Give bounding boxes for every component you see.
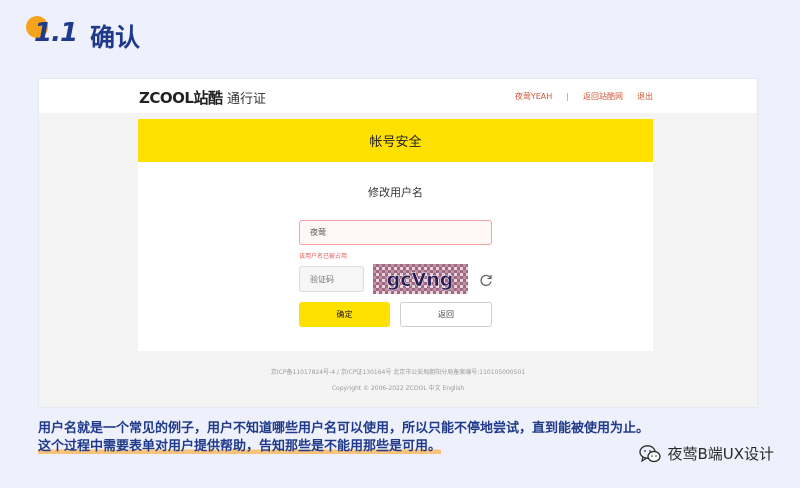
section-title: 确认 [90,23,141,52]
confirm-button[interactable]: 确定 [299,302,390,327]
wechat-icon [639,444,662,462]
user-link[interactable]: 夜莺YEAH [515,91,552,102]
watermark: 夜莺B端UX设计 [639,443,774,464]
logout-link[interactable]: 退出 [637,91,653,102]
footer-icp: 京ICP备11017824号-4 / 京ICP证130164号 北京市公安局朝阳… [270,369,526,376]
site-logo-subtitle: 通行证 [227,92,267,107]
link-separator: | [566,92,569,101]
caption-line-2: 这个过程中需要表单对用户提供帮助，告知那些是不能用那些是可用。 [38,439,442,454]
section-number: 1.1 [34,18,78,48]
username-input[interactable] [299,220,492,245]
top-bar: ZCOOL站酷 通行证 夜莺YEAH | 返回站酷网 退出 [39,79,757,113]
caption-line-1: 用户名就是一个常见的例子，用户不知道哪些用户名可以使用，所以只能不停地尝试，直到… [38,421,650,436]
back-button[interactable]: 返回 [400,302,492,327]
card-subtitle: 修改用户名 [368,186,423,199]
caption: 用户名就是一个常见的例子，用户不知道哪些用户名可以使用，所以只能不停地尝试，直到… [38,420,649,456]
site-logo[interactable]: ZCOOL站酷 [139,87,223,108]
footer-copyright: Copyright © 2006-2022 ZCOOL 中文 English [331,385,465,392]
screenshot-frame: ZCOOL站酷 通行证 夜莺YEAH | 返回站酷网 退出 帐号安全 修改用户名… [38,78,758,408]
captcha-image[interactable]: gcVng [373,264,468,294]
account-security-card: 帐号安全 修改用户名 该用户名已被占用 gcVng 确定 返回 [138,119,653,351]
watermark-text: 夜莺B端UX设计 [667,445,774,463]
top-links: 夜莺YEAH | 返回站酷网 退出 [515,91,653,102]
captcha-text: gcVng [387,269,454,291]
refresh-captcha-icon[interactable] [479,273,493,287]
return-zcool-link[interactable]: 返回站酷网 [583,91,623,102]
card-title: 帐号安全 [138,119,653,162]
captcha-input[interactable] [299,266,364,292]
username-error-text: 该用户名已被占用 [299,253,348,260]
